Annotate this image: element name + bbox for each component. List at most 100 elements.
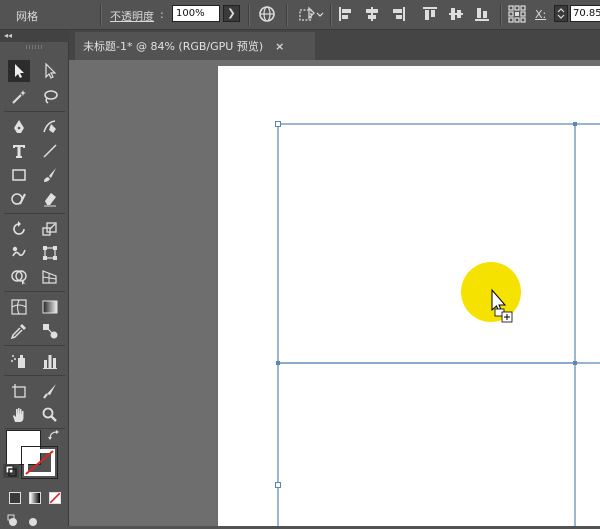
warp-tool[interactable] [8,242,30,264]
opacity-input[interactable] [172,5,220,22]
free-transform-icon [43,246,57,260]
pen-icon [14,120,24,133]
reference-point-button[interactable] [506,4,528,24]
knife-icon [43,384,56,399]
reference-point-icon [508,5,526,23]
lasso-tool[interactable] [39,86,61,108]
opacity-dropdown-button[interactable]: ❯ [223,5,240,22]
free-transform-tool[interactable] [39,242,61,264]
draw-behind-button[interactable] [26,514,40,526]
scale-tool[interactable] [39,218,61,240]
magnifier-icon [42,407,57,422]
separator [4,345,65,346]
lasso-icon [44,90,58,104]
document-tab-title: 未标题-1* @ 84% (RGB/GPU 预览) [83,40,264,53]
symbol-sprayer-tool[interactable] [8,350,30,372]
line-icon [43,144,57,158]
canvas-area[interactable] [69,60,600,526]
mesh-icon [11,299,27,315]
stroke-swatch[interactable] [21,446,58,479]
warp-icon [12,246,26,257]
anchor-point [275,121,281,127]
document-tab[interactable]: 未标题-1* @ 84% (RGB/GPU 预览) × [75,32,315,60]
close-icon[interactable]: × [275,40,284,53]
control-bar: 网格 不透明度 : ❯ [0,0,600,30]
separator [4,291,65,292]
collapse-panel-icon[interactable]: ◂◂ [4,30,12,42]
opacity-colon: : [160,8,164,21]
anchor-point [276,361,280,365]
shape-builder-tool[interactable] [8,266,30,288]
artboard-tool[interactable] [8,380,30,402]
selection-tool[interactable] [8,60,30,82]
scale-icon [42,222,57,236]
spray-can-icon [11,355,25,368]
align-center-h-button[interactable] [362,4,382,24]
anchor-point [275,482,281,488]
align-bottom-button[interactable] [472,4,492,24]
transform-options-button[interactable] [296,4,326,24]
gradient-icon [42,300,58,314]
separator [4,375,65,376]
align-top-button[interactable] [420,4,440,24]
align-middle-v-button[interactable] [446,4,466,24]
separator [500,4,502,26]
none-mode-button[interactable] [49,492,61,504]
anchor-point [573,122,577,126]
recolor-artwork-button[interactable] [256,4,278,24]
column-graph-tool[interactable] [39,350,61,372]
hand-icon [13,408,24,422]
eyedropper-icon [10,324,26,340]
rotate-tool[interactable] [8,218,30,240]
opacity-label[interactable]: 不透明度 [110,8,154,24]
draw-normal-button[interactable] [6,514,20,526]
eyedropper-tool[interactable] [8,320,30,342]
chevron-right-icon: ❯ [227,8,236,19]
align-right-button[interactable] [388,4,408,24]
anchor-points-filled[interactable] [276,122,577,365]
hand-tool[interactable] [8,404,30,426]
canvas-artwork [275,121,600,526]
curvature-tool[interactable] [39,116,61,138]
zoom-tool[interactable] [39,404,61,426]
mesh-tool[interactable] [8,296,30,318]
shaper-tool[interactable] [8,188,30,210]
artboard-icon [12,384,26,398]
transform-box-icon [299,6,324,21]
perspective-grid-icon [42,270,57,284]
grid-label: 网格 [16,10,38,23]
perspective-grid-tool[interactable] [39,266,61,288]
align-left-icon [339,7,351,21]
align-right-icon [393,7,405,21]
magic-wand-icon [12,90,26,104]
default-colors-button[interactable] [3,464,19,478]
type-t-icon [13,145,25,158]
grid-cell-top-left [277,123,576,364]
globe-icon [259,6,275,22]
panel-grip[interactable] [26,45,44,49]
direct-selection-tool[interactable] [39,60,61,82]
gradient-mode-button[interactable] [29,492,41,504]
align-left-button[interactable] [336,4,356,24]
slice-tool[interactable] [39,380,61,402]
pen-tool[interactable] [8,116,30,138]
line-segment-tool[interactable] [39,140,61,162]
blend-tool[interactable] [39,320,61,342]
paintbrush-tool[interactable] [39,164,61,186]
bar-graph-icon [43,355,57,369]
x-stepper[interactable] [554,5,568,22]
gradient-tool[interactable] [39,296,61,318]
tools-panel-header[interactable]: ◂◂ [0,30,69,42]
hollow-arrow-icon [45,62,57,79]
magic-wand-tool[interactable] [8,86,30,108]
swap-fill-stroke-button[interactable] [47,429,61,441]
separator [286,4,288,26]
eraser-tool[interactable] [39,188,61,210]
rotate-icon [13,221,25,235]
anchor-point [573,361,577,365]
color-mode-button[interactable] [9,492,21,504]
grid-cells[interactable] [277,123,600,526]
x-position-input[interactable] [570,5,600,22]
rectangle-tool[interactable] [8,164,30,186]
type-tool[interactable] [8,140,30,162]
